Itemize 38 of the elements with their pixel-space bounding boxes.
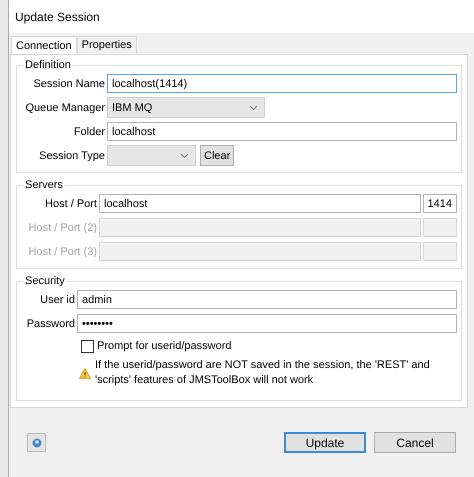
field-label: Host / Port (3)	[28, 246, 97, 258]
help-button[interactable]	[27, 433, 46, 452]
field-label: User id	[39, 294, 75, 306]
field-label: Host / Port (2)	[28, 222, 97, 234]
dialog-button[interactable]: Cancel	[374, 432, 456, 453]
port-field[interactable]	[423, 242, 457, 261]
text-field[interactable]: localhost	[107, 122, 457, 141]
chevron-down-icon	[249, 104, 258, 110]
port-field[interactable]: 1414	[423, 194, 457, 213]
text-field[interactable]: localhost(1414)	[107, 74, 457, 93]
window-title: Update Session	[9, 0, 474, 33]
host-field[interactable]	[99, 242, 421, 261]
port-field[interactable]	[423, 218, 457, 237]
warning-icon	[79, 368, 91, 378]
dropdown[interactable]	[107, 145, 196, 166]
help-icon	[32, 438, 42, 448]
dropdown[interactable]: IBM MQ	[107, 97, 265, 118]
field-label: Password	[26, 318, 75, 330]
host-field[interactable]: localhost	[99, 194, 421, 213]
group-title: Definition	[24, 59, 72, 71]
tab[interactable]: Connection	[11, 36, 77, 54]
chevron-down-icon	[180, 152, 189, 158]
clear-button[interactable]: Clear	[200, 145, 234, 166]
field-label: Session Name	[32, 78, 105, 90]
group-title: Servers	[24, 179, 64, 191]
checkbox[interactable]	[81, 340, 94, 352]
host-field[interactable]	[99, 218, 421, 237]
field-label: Session Type	[38, 150, 105, 162]
tab[interactable]: Properties	[76, 36, 137, 54]
warning-text: If the userid/password are NOT saved in the session, the 'REST' and 'scripts' features of JMSToolBox will not work	[95, 358, 431, 388]
checkbox-label[interactable]: Prompt for userid/password	[97, 340, 232, 352]
field-label: Folder	[72, 126, 105, 138]
group-title: Security	[24, 275, 66, 287]
field-label: Queue Manager	[24, 102, 105, 114]
dialog-button[interactable]: Update	[284, 432, 366, 453]
text-field[interactable]: admin	[77, 290, 457, 309]
field-label: Host / Port	[44, 198, 97, 210]
text-field[interactable]: ••••••••	[77, 314, 457, 333]
